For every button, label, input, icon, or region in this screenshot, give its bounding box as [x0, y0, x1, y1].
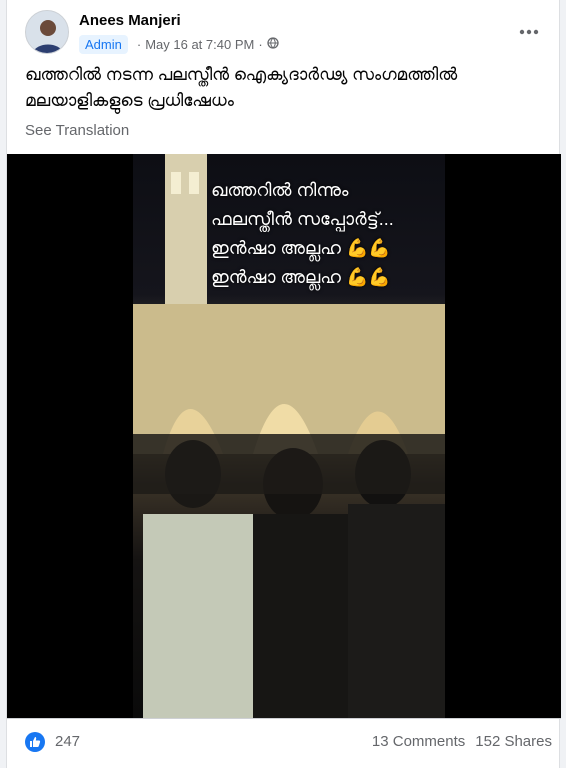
post-header: Anees Manjeri Admin · May 16 at 7:40 PM …	[25, 10, 545, 56]
caption-line: ഫലസ്തീൻ സപ്പോർട്ട്...	[211, 209, 394, 229]
see-translation-link[interactable]: See Translation	[25, 122, 129, 139]
shares-count[interactable]: 152 Shares	[475, 733, 552, 750]
caption-line: ഇൻഷാ അല്ലഹ 💪💪	[211, 267, 391, 287]
post-timestamp[interactable]: May 16 at 7:40 PM	[145, 37, 254, 52]
post-card: Anees Manjeri Admin · May 16 at 7:40 PM …	[6, 0, 561, 768]
more-options-button[interactable]	[513, 16, 545, 48]
comments-count[interactable]: 13 Comments	[372, 733, 465, 750]
meta-separator: ·	[136, 36, 142, 52]
post-meta: Admin · May 16 at 7:40 PM ·	[79, 34, 279, 54]
reaction-count[interactable]: 247	[55, 733, 80, 750]
meta-separator: ·	[258, 36, 263, 52]
avatar[interactable]	[25, 10, 69, 54]
avatar-photo	[26, 11, 68, 53]
author-name[interactable]: Anees Manjeri	[79, 12, 181, 29]
like-icon[interactable]	[25, 732, 45, 752]
post-text: ഖത്തറിൽ നടന്ന പലസ്തീൻ ഐക്യദാർഢ്യ സംഗമത്ത…	[25, 65, 458, 110]
admin-badge: Admin	[79, 34, 128, 54]
video-player[interactable]: ഖത്തറിൽ നിന്നും ഫലസ്തീൻ സപ്പോർട്ട്... ഇൻ…	[7, 154, 561, 718]
caption-line: ഇൻഷാ അല്ലഹ 💪💪	[211, 238, 391, 258]
globe-icon	[267, 36, 279, 52]
caption-line: ഖത്തറിൽ നിന്നും	[211, 180, 349, 200]
video-frame: ഖത്തറിൽ നിന്നും ഫലസ്തീൻ സപ്പോർട്ട്... ഇൻ…	[133, 154, 445, 718]
engagement-counts: 13 Comments 152 Shares	[372, 733, 552, 750]
more-horizontal-icon	[519, 29, 539, 35]
video-caption-overlay: ഖത്തറിൽ നിന്നും ഫലസ്തീൻ സപ്പോർട്ട്... ഇൻ…	[211, 176, 441, 292]
post-footer: 247 13 Comments 152 Shares	[7, 718, 561, 768]
